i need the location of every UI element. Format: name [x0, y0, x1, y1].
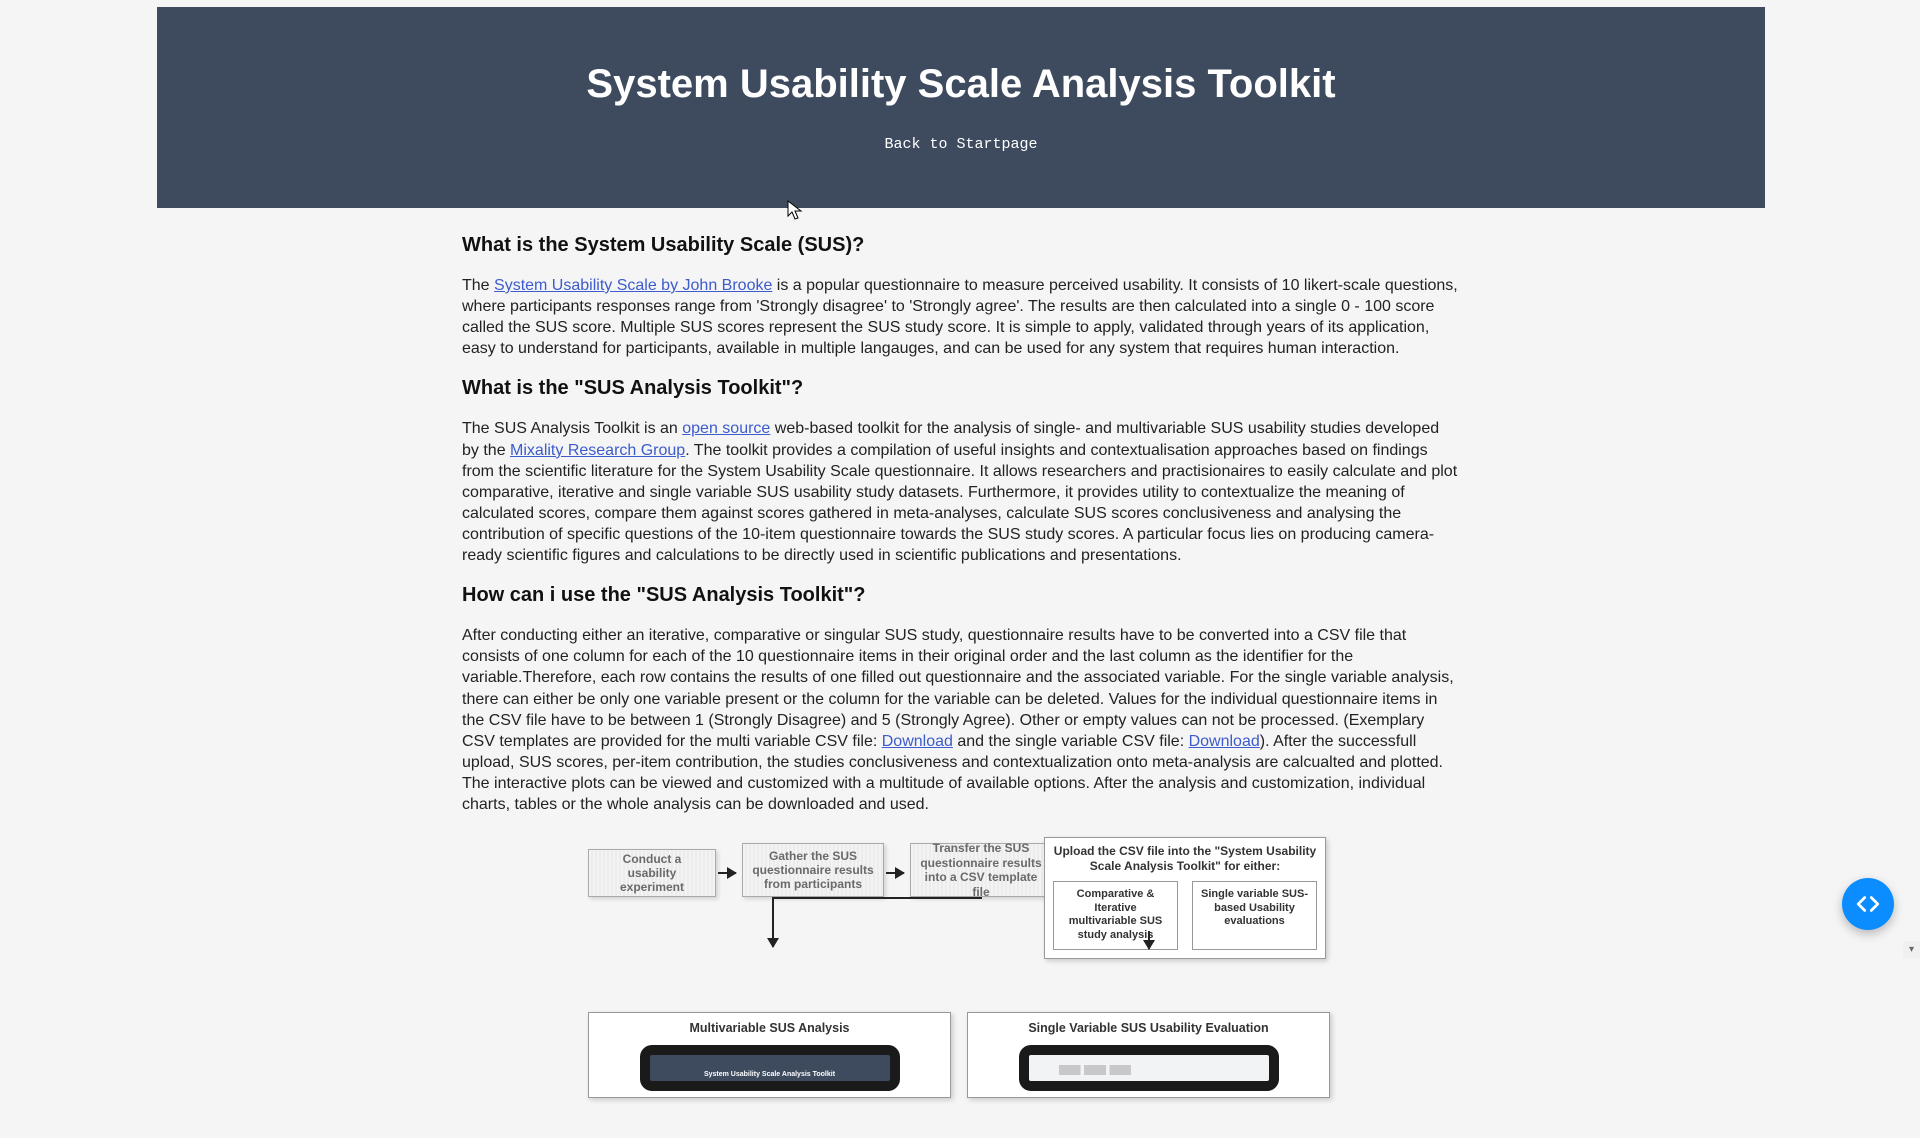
mini-app-preview	[1019, 1045, 1279, 1091]
link-download-multivar-csv[interactable]: Download	[882, 733, 953, 750]
link-mixality-research-group[interactable]: Mixality Research Group	[510, 442, 685, 459]
heading-how-use: How can i use the "SUS Analysis Toolkit"…	[462, 584, 1458, 607]
diagram-step-gather: Gather the SUS questionnaire results fro…	[742, 843, 884, 897]
paragraph-what-is-sus: The System Usability Scale by John Brook…	[462, 275, 1458, 359]
heading-what-is-toolkit: What is the "SUS Analysis Toolkit"?	[462, 377, 1458, 400]
heading-what-is-sus: What is the System Usability Scale (SUS)…	[462, 234, 1458, 257]
mini-bars-icon	[1059, 1065, 1239, 1075]
panel-singlevariable: Single Variable SUS Usability Evaluation	[967, 1012, 1330, 1098]
mini-app-caption: System Usability Scale Analysis Toolkit	[650, 1071, 890, 1078]
code-icon	[1855, 891, 1881, 917]
code-fab-button[interactable]	[1842, 878, 1894, 930]
text: . The toolkit provides a compilation of …	[462, 442, 1457, 565]
text: After conducting either an iterative, co…	[462, 627, 1454, 750]
arrow-icon	[886, 872, 904, 874]
paragraph-how-use: After conducting either an iterative, co…	[462, 625, 1458, 815]
header-banner: System Usability Scale Analysis Toolkit …	[157, 7, 1765, 208]
page-title: System Usability Scale Analysis Toolkit	[177, 62, 1745, 107]
paragraph-what-is-toolkit: The SUS Analysis Toolkit is an open sour…	[462, 418, 1458, 566]
arrow-down-icon	[772, 897, 774, 947]
diagram-upload-sub-multivar: Comparative & Iterative multivariable SU…	[1053, 881, 1178, 950]
arrow-down-icon	[1148, 931, 1150, 949]
scrollbar-down-icon[interactable]: ▾	[1903, 941, 1920, 958]
back-to-startpage-link[interactable]: Back to Startpage	[884, 136, 1037, 153]
diagram-step-conduct: Conduct a usability experiment	[588, 849, 716, 897]
link-download-singlevar-csv[interactable]: Download	[1189, 733, 1260, 750]
panel-title-singlevariable: Single Variable SUS Usability Evaluation	[978, 1021, 1319, 1035]
text: The	[462, 277, 494, 294]
diagram-panels: Multivariable SUS Analysis System Usabil…	[588, 1012, 1458, 1098]
main-content: What is the System Usability Scale (SUS)…	[462, 208, 1458, 1138]
connector-line	[772, 897, 982, 899]
diagram-upload-sub-singlevar: Single variable SUS-based Usability eval…	[1192, 881, 1317, 950]
panel-multivariable: Multivariable SUS Analysis System Usabil…	[588, 1012, 951, 1098]
arrow-icon	[718, 872, 736, 874]
panel-title-multivariable: Multivariable SUS Analysis	[599, 1021, 940, 1035]
diagram-step-transfer: Transfer the SUS questionnaire results i…	[910, 843, 1052, 897]
workflow-diagram: Conduct a usability experiment Gather th…	[588, 837, 1326, 1012]
link-open-source[interactable]: open source	[682, 420, 770, 437]
mini-app-preview: System Usability Scale Analysis Toolkit	[640, 1045, 900, 1091]
text: The SUS Analysis Toolkit is an	[462, 420, 682, 437]
diagram-upload-group: Upload the CSV file into the "System Usa…	[1044, 837, 1326, 959]
link-sus-by-john-brooke[interactable]: System Usability Scale by John Brooke	[494, 277, 772, 294]
text: and the single variable CSV file:	[953, 733, 1189, 750]
diagram-upload-heading: Upload the CSV file into the "System Usa…	[1053, 844, 1317, 873]
